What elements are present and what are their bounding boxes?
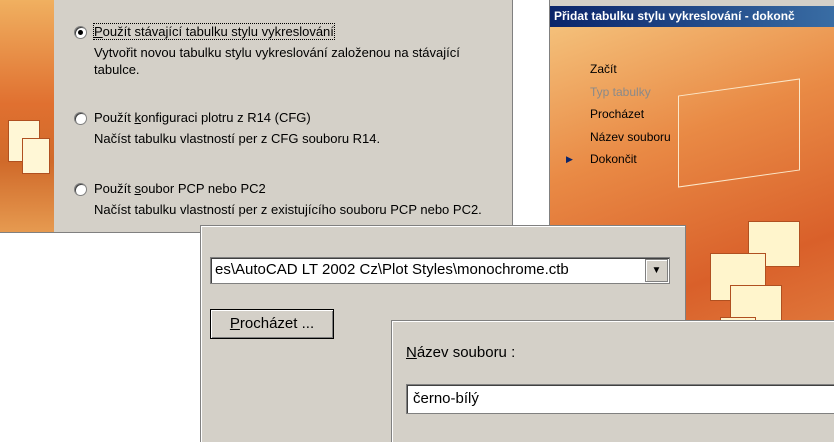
radio-label[interactable]: Použít stávající tabulku stylu vykreslov… xyxy=(93,23,335,40)
radio-button[interactable] xyxy=(74,112,87,125)
filename-panel: Název souboru : černo-bílý xyxy=(391,320,834,442)
wizard-artwork xyxy=(0,0,54,232)
radio-description: Vytvořit novou tabulku stylu vykreslován… xyxy=(94,45,460,77)
wizard-step: Typ tabulky xyxy=(590,84,651,99)
document-icon xyxy=(22,138,50,174)
wizard-step: Procházet xyxy=(590,107,645,121)
radio-description: Načíst tabulku vlastností per z existují… xyxy=(94,202,482,217)
plotter-icon xyxy=(678,78,800,188)
chevron-down-icon[interactable]: ▼ xyxy=(645,259,668,282)
radio-button[interactable] xyxy=(74,183,87,196)
radio-label[interactable]: Použít konfiguraci plotru z R14 (CFG) xyxy=(94,110,311,125)
plot-style-path-combobox[interactable]: es\AutoCAD LT 2002 Cz\Plot Styles\monoch… xyxy=(210,257,670,284)
wizard-steps: Začít Typ tabulky Procházet Název souboru Do… xyxy=(566,58,671,171)
wizard-step: Název souboru xyxy=(590,129,671,144)
radio-label[interactable]: Použít soubor PCP nebo PC2 xyxy=(94,181,266,196)
radio-button[interactable] xyxy=(74,26,87,39)
window-title: Přidat tabulku stylu vykreslování - doko… xyxy=(550,6,834,27)
radio-description: Načíst tabulku vlastností per z CFG soub… xyxy=(94,131,381,146)
file-source-options-panel: Použít stávající tabulku stylu vykreslov… xyxy=(0,0,513,233)
path-value[interactable]: es\AutoCAD LT 2002 Cz\Plot Styles\monoch… xyxy=(215,261,643,278)
filename-label: Název souboru : xyxy=(406,344,516,361)
wizard-step: Dokončit xyxy=(566,148,671,171)
wizard-step: Začít xyxy=(590,62,617,76)
filename-value[interactable]: černo-bílý xyxy=(413,390,479,407)
browse-button[interactable]: Procházet ... xyxy=(210,309,334,339)
filename-input[interactable]: černo-bílý xyxy=(406,384,834,414)
